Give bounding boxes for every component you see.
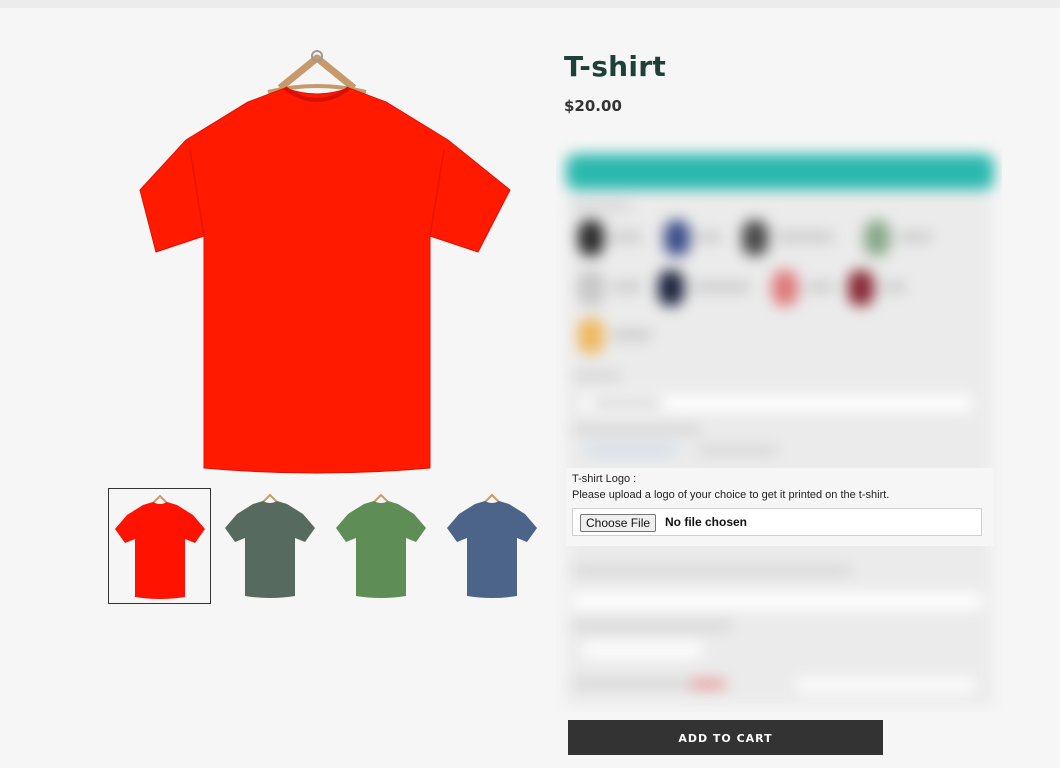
product-main-image bbox=[120, 40, 530, 480]
product-price: $20.00 bbox=[564, 97, 622, 115]
logo-upload-description: Please upload a logo of your choice to g… bbox=[572, 489, 890, 501]
thumbnail-gallery bbox=[108, 488, 548, 606]
swatch[interactable] bbox=[772, 270, 798, 306]
thumbnail-gray[interactable] bbox=[219, 488, 322, 604]
blue-tshirt-thumb bbox=[447, 493, 537, 598]
add-to-cart-button[interactable]: ADD TO CART bbox=[568, 720, 883, 755]
top-bar bbox=[0, 0, 1060, 8]
gray-tshirt-thumb bbox=[225, 493, 315, 598]
swatch[interactable] bbox=[578, 270, 604, 306]
options-header-bar bbox=[566, 154, 994, 190]
swatch[interactable] bbox=[578, 318, 604, 354]
logo-upload-field: T-shirt Logo : Please upload a logo of y… bbox=[566, 468, 994, 546]
choose-file-button[interactable]: Choose File bbox=[580, 514, 657, 532]
swatch[interactable] bbox=[658, 270, 684, 306]
swatch[interactable] bbox=[848, 270, 874, 306]
green-tshirt-thumb bbox=[336, 493, 426, 598]
swatch[interactable] bbox=[664, 220, 690, 256]
thumbnail-blue[interactable] bbox=[441, 488, 544, 604]
swatch[interactable] bbox=[864, 220, 890, 256]
file-input[interactable]: Choose File No file chosen bbox=[572, 508, 982, 536]
product-title: T-shirt bbox=[564, 50, 667, 83]
swatch[interactable] bbox=[578, 220, 604, 256]
swatch[interactable] bbox=[742, 220, 768, 256]
file-status-text: No file chosen bbox=[665, 515, 748, 529]
product-options-panel-blurred bbox=[556, 140, 1002, 712]
options-panel-body bbox=[566, 194, 992, 706]
red-tshirt-thumb bbox=[115, 494, 205, 599]
red-tshirt-image bbox=[139, 50, 511, 474]
thumbnail-red[interactable] bbox=[108, 488, 211, 604]
logo-upload-label: T-shirt Logo : bbox=[572, 473, 637, 485]
thumbnail-green[interactable] bbox=[330, 488, 433, 604]
